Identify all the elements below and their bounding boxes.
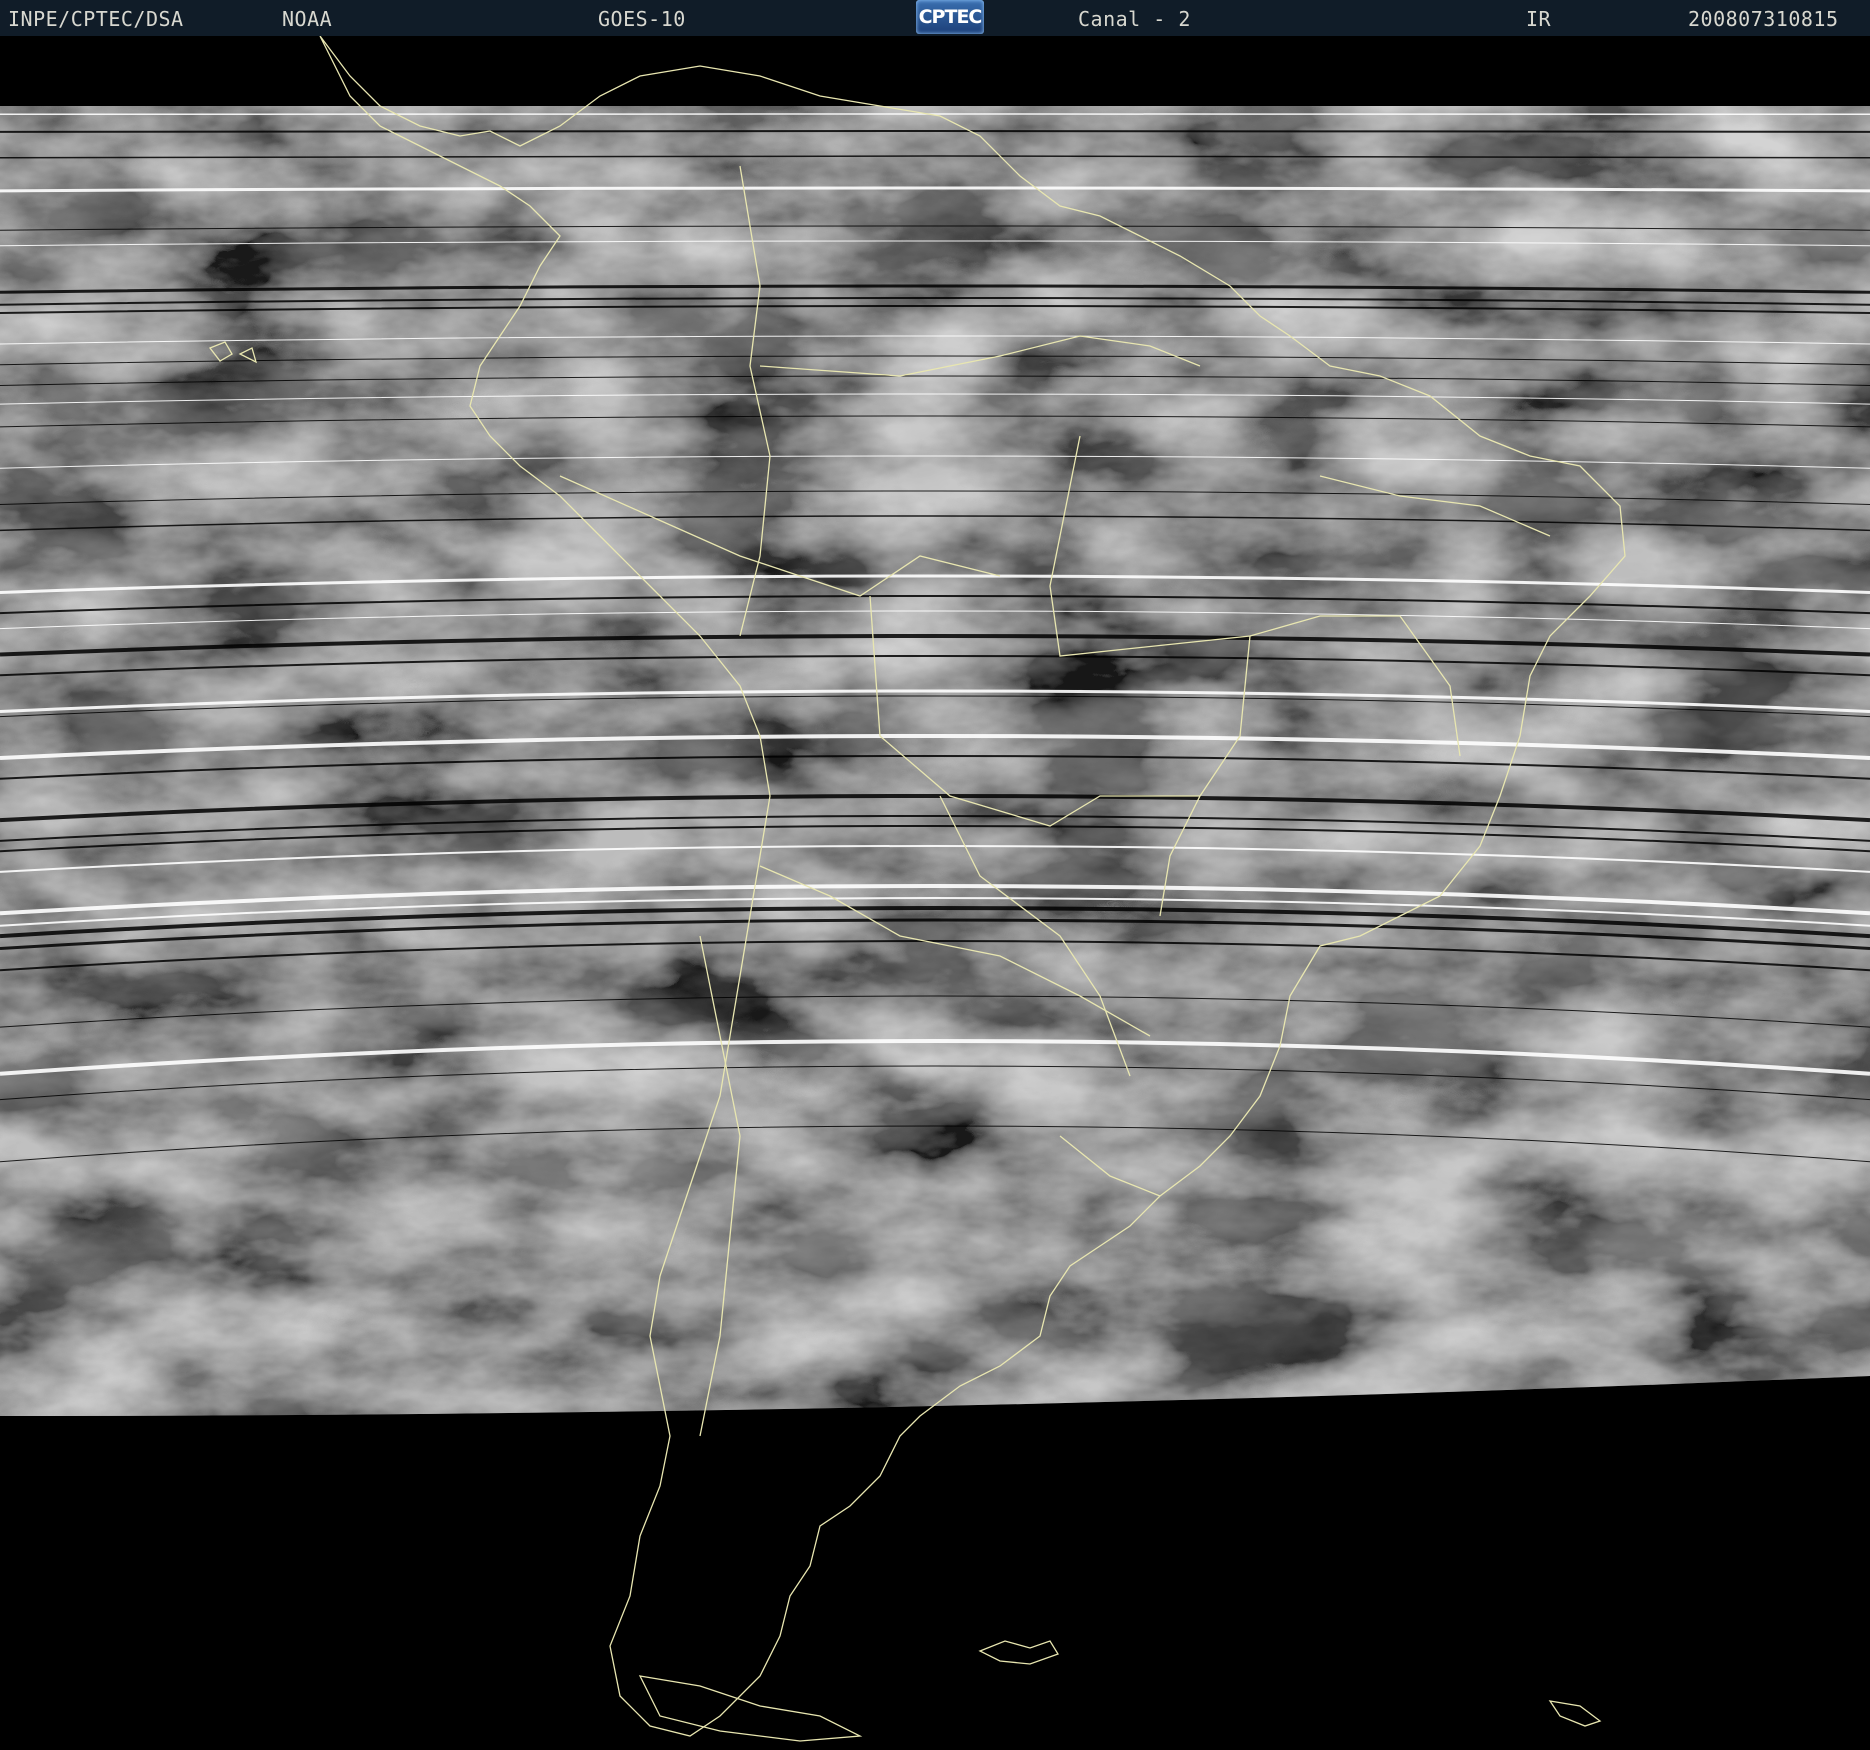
imaged-region (0, 106, 1870, 1416)
satellite-label: GOES-10 (598, 7, 686, 31)
band-label: IR (1526, 7, 1552, 31)
timestamp-label: 200807310815 (1688, 7, 1839, 31)
satellite-image (0, 36, 1870, 1750)
channel-label: Canal - 2 (1078, 7, 1191, 31)
satellite-image-canvas (0, 36, 1870, 1742)
image-header-bar: INPE/CPTEC/DSA NOAA GOES-10 CPTEC Canal … (0, 0, 1870, 37)
south-georgia (1548, 1700, 1602, 1727)
scan-line (0, 130, 1870, 133)
cptec-logo: CPTEC (916, 0, 984, 34)
operator-label: NOAA (282, 7, 333, 31)
falkland-islands (978, 1640, 1059, 1665)
agency-label: INPE/CPTEC/DSA (8, 7, 184, 31)
